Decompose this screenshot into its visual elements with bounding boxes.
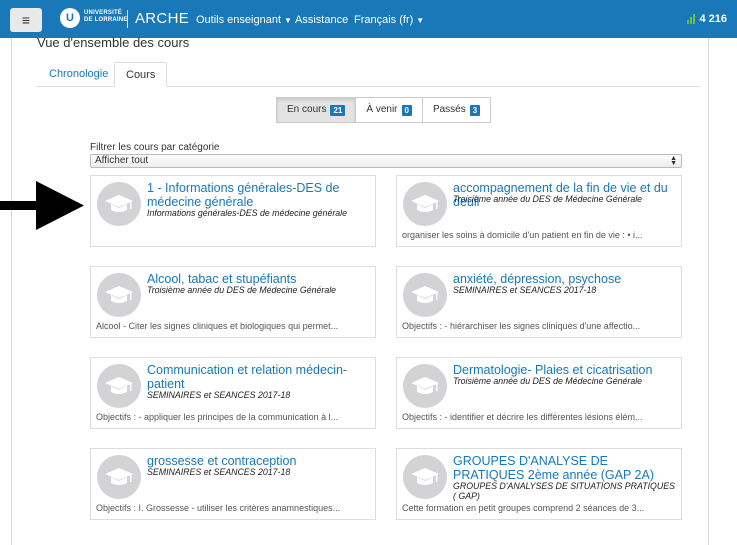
filter-label: À venir <box>366 104 398 115</box>
block-title: Vue d'ensemble des cours <box>37 35 190 50</box>
logo-letter: U <box>66 12 74 24</box>
course-category: Troisième année du DES de Médecine Génér… <box>453 376 643 386</box>
select-arrows-icon: ▲ ▼ <box>670 155 677 167</box>
course-summary: Objectifs : - hiérarchiser les signes cl… <box>402 321 641 331</box>
menu-assistance[interactable]: Assistance <box>295 14 348 26</box>
filter-a-venir-button[interactable]: À venir 0 <box>355 97 423 123</box>
logo-line-1: UNIVERSITÉ <box>84 10 123 16</box>
course-title[interactable]: grossesse et contraception <box>147 454 369 468</box>
course-card[interactable]: grossesse et contraception SEMINAIRES et … <box>90 448 376 520</box>
tab-cours[interactable]: Cours <box>114 62 168 87</box>
category-filter-label: Filtrer les cours par catégorie <box>90 142 220 153</box>
course-summary: Objectifs : I. Grossesse - utiliser les … <box>96 503 341 513</box>
course-title[interactable]: Dermatologie- Plaies et cicatrisation <box>453 363 675 377</box>
course-summary: organiser les soins à domicile d'un pati… <box>402 230 643 240</box>
count-badge: 3 <box>469 104 481 116</box>
course-card[interactable]: accompagnement de la fin de vie et du de… <box>396 175 682 247</box>
course-category: Troisième année du DES de Médecine Génér… <box>453 194 643 204</box>
course-card[interactable]: GROUPES D'ANALYSE DE PRATIQUES 2ème anné… <box>396 448 682 520</box>
course-card[interactable]: 1 - Informations générales-DES de médeci… <box>90 175 376 247</box>
count-badge: 0 <box>401 104 412 116</box>
course-category: Troisième année du DES de Médecine Génér… <box>147 285 337 295</box>
course-title[interactable]: anxiété, dépression, psychose <box>453 272 675 286</box>
course-title[interactable]: GROUPES D'ANALYSE DE PRATIQUES 2ème anné… <box>453 454 675 482</box>
page-right-border <box>708 38 709 545</box>
graduation-cap-icon <box>97 182 141 226</box>
course-category: SEMINAIRES et SEANCES 2017-18 <box>147 390 291 400</box>
top-navbar: ≡ U UNIVERSITÉ DE LORRAINE ARCHE Outils … <box>0 0 737 38</box>
graduation-cap-icon <box>403 455 447 499</box>
menu-language[interactable]: Français (fr) ▼ <box>354 14 424 26</box>
menu-label: Français (fr) <box>354 14 414 26</box>
course-status-filter: En cours 21 À venir 0 Passés 3 <box>276 97 492 123</box>
menu-outils-enseignant[interactable]: Outils enseignant ▼ <box>196 14 292 26</box>
course-card[interactable]: Communication et relation médecin-patien… <box>90 357 376 429</box>
filter-passes-button[interactable]: Passés 3 <box>421 97 492 123</box>
arrow-right-icon <box>0 181 84 230</box>
course-summary: Objectifs : - identifier et décrire les … <box>402 412 643 422</box>
course-card[interactable]: Alcool, tabac et stupéfiants Troisième an… <box>90 266 376 338</box>
graduation-cap-icon <box>97 364 141 408</box>
graduation-cap-icon <box>403 364 447 408</box>
hamburger-menu-icon[interactable]: ≡ <box>10 8 42 32</box>
logo-line-2: DE LORRAINE <box>84 17 128 23</box>
tab-chronologie[interactable]: Chronologie <box>38 62 119 87</box>
stats-counter[interactable]: 4 216 <box>687 13 727 25</box>
course-summary: Alcool - Citer les signes cliniques et b… <box>96 321 339 331</box>
filter-label: En cours <box>287 104 327 115</box>
app-name[interactable]: ARCHE <box>135 10 189 27</box>
graduation-cap-icon <box>403 273 447 317</box>
menu-label: Outils enseignant <box>196 14 281 26</box>
category-filter-select[interactable]: Afficher tout ▲ ▼ <box>90 154 682 168</box>
course-summary: Cette formation en petit groupes compren… <box>402 503 645 513</box>
bar-chart-icon <box>687 14 696 24</box>
caret-down-icon: ▼ <box>284 16 292 25</box>
graduation-cap-icon <box>97 273 141 317</box>
course-category: SEMINAIRES et SEANCES 2017-18 <box>453 285 597 295</box>
count-badge: 21 <box>330 104 346 116</box>
graduation-cap-icon <box>97 455 141 499</box>
graduation-cap-icon <box>403 182 447 226</box>
course-title[interactable]: Communication et relation médecin-patien… <box>147 363 369 391</box>
course-title[interactable]: 1 - Informations générales-DES de médeci… <box>147 181 369 209</box>
course-card[interactable]: anxiété, dépression, psychose SEMINAIRES … <box>396 266 682 338</box>
category-filter-value: Afficher tout <box>95 155 149 166</box>
filter-en-cours-button[interactable]: En cours 21 <box>276 97 357 123</box>
university-logo-text[interactable]: UNIVERSITÉ DE LORRAINE <box>84 10 128 24</box>
caret-down-icon: ▼ <box>416 16 425 25</box>
course-summary: Objectifs : - appliquer les principes de… <box>96 412 339 422</box>
course-category: Informations générales-DES de médecine g… <box>147 208 348 218</box>
logo-separator <box>127 10 128 28</box>
university-logo-icon[interactable]: U <box>60 8 80 28</box>
filter-label: Passés <box>432 104 466 115</box>
menu-label: Assistance <box>295 14 349 26</box>
course-title[interactable]: Alcool, tabac et stupéfiants <box>147 272 369 286</box>
course-category: SEMINAIRES et SEANCES 2017-18 <box>147 467 291 477</box>
course-category: GROUPES D'ANALYSES DE SITUATIONS PRATIQU… <box>453 481 675 501</box>
course-card[interactable]: Dermatologie- Plaies et cicatrisation Tro… <box>396 357 682 429</box>
page-left-border <box>11 38 12 545</box>
stats-value: 4 216 <box>699 13 727 25</box>
